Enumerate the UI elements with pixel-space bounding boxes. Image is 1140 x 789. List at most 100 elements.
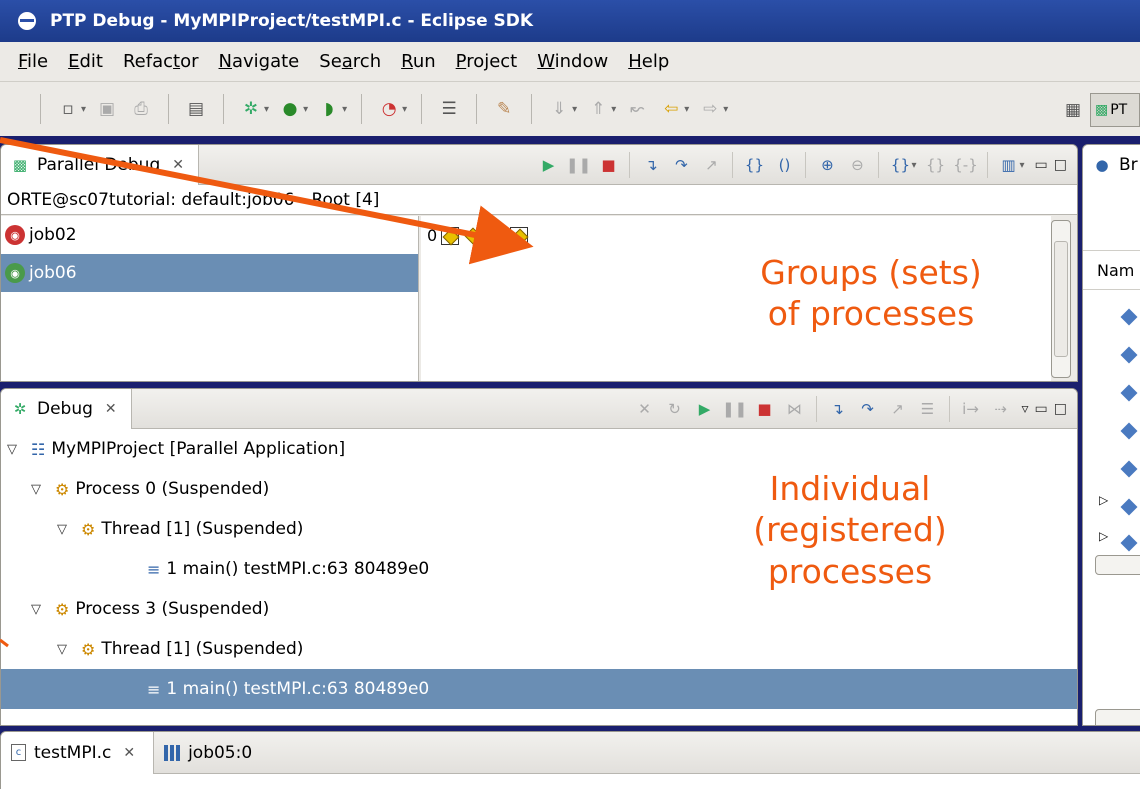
column-header-name[interactable]: Nam (1083, 250, 1140, 290)
step-return-icon[interactable]: ↗ (887, 398, 909, 420)
step-over-icon[interactable]: ↷ (857, 398, 879, 420)
expand-icon[interactable]: ▷ (1099, 493, 1108, 507)
menu-refactor[interactable]: Refactor (123, 51, 199, 72)
back-icon[interactable]: ⇦ (659, 97, 683, 121)
list-item-job06[interactable]: ◉ job06 (1, 254, 418, 292)
expand-icon[interactable]: ▽ (57, 522, 73, 537)
maximize-icon[interactable]: □ (1054, 401, 1067, 417)
step-into-icon[interactable]: ↴ (827, 398, 849, 420)
step-over-icon[interactable]: ↷ (670, 154, 692, 176)
menu-run[interactable]: Run (401, 51, 436, 72)
zoom-out-icon[interactable]: ⊖ (846, 154, 868, 176)
next-annotation-dropdown-icon[interactable]: ▾ (572, 104, 577, 115)
terminate-icon[interactable]: ■ (754, 398, 776, 420)
tree-item-process-3[interactable]: ▽ ⚙ Process 3 (Suspended) (1, 589, 1077, 629)
delete-set-icon[interactable]: {} (925, 154, 947, 176)
horizontal-scrollbar[interactable] (1095, 709, 1140, 725)
disconnect-icon[interactable]: ⋈ (784, 398, 806, 420)
process-0-icon[interactable] (441, 226, 460, 245)
breakpoint-icon[interactable] (1120, 534, 1138, 552)
view-menu-icon[interactable]: ▿ (1022, 401, 1029, 417)
register-icon[interactable]: {} (743, 154, 765, 176)
close-icon[interactable]: ✕ (172, 157, 184, 173)
process-1-icon[interactable] (464, 227, 482, 245)
previous-annotation-dropdown-icon[interactable]: ▾ (611, 104, 616, 115)
debug-dropdown-icon[interactable]: ▾ (264, 104, 269, 115)
close-icon[interactable]: ✕ (123, 745, 135, 761)
tab-job05[interactable]: job05:0 (154, 732, 270, 774)
perspective-ptp-button[interactable]: ▩ PT (1090, 93, 1140, 127)
zoom-in-icon[interactable]: ⊕ (816, 154, 838, 176)
expand-icon[interactable]: ▽ (31, 602, 47, 617)
create-set-dropdown-icon[interactable]: ▾ (911, 160, 916, 171)
breakpoint-icon[interactable] (1120, 422, 1138, 440)
maximize-icon[interactable]: □ (1054, 157, 1067, 173)
tab-breakpoints[interactable]: ● Br (1083, 145, 1140, 185)
breakpoint-icon[interactable] (1120, 384, 1138, 402)
step-return-icon[interactable]: ↗ (700, 154, 722, 176)
forward-dropdown-icon[interactable]: ▾ (723, 104, 728, 115)
remove-from-set-icon[interactable]: {-} (953, 154, 978, 176)
horizontal-scrollbar[interactable] (1095, 555, 1140, 575)
suspend-icon[interactable]: ❚❚ (566, 154, 591, 176)
forward-icon[interactable]: ⇨ (698, 97, 722, 121)
open-perspective-icon[interactable]: ▦ (1061, 98, 1085, 122)
previous-annotation-icon[interactable]: ⇑ (586, 97, 610, 121)
binary-file-icon[interactable]: ▤ (184, 97, 208, 121)
menu-navigate[interactable]: Navigate (219, 51, 300, 72)
change-set-icon[interactable]: ▥ (998, 154, 1020, 176)
tree-item-launch[interactable]: ▽ ☷ MyMPIProject [Parallel Application] (1, 429, 1077, 469)
instruction-stepping-icon[interactable]: i→ (960, 398, 982, 420)
terminate-icon[interactable]: ■ (597, 154, 619, 176)
breakpoint-icon[interactable] (1120, 460, 1138, 478)
external-tools-icon[interactable]: ◗ (317, 97, 341, 121)
menu-edit[interactable]: Edit (68, 51, 103, 72)
unregister-icon[interactable]: () (773, 154, 795, 176)
tree-item-stack-frame[interactable]: ≡ 1 main() testMPI.c:63 80489e0 (1, 669, 1077, 709)
expand-icon[interactable]: ▽ (7, 442, 23, 457)
menu-search[interactable]: Search (319, 51, 381, 72)
debug-icon[interactable]: ✲ (239, 97, 263, 121)
step-into-icon[interactable]: ↴ (640, 154, 662, 176)
external-tools-dropdown-icon[interactable]: ▾ (342, 104, 347, 115)
remove-terminated-icon[interactable]: ✕ (634, 398, 656, 420)
tree-item-thread-1[interactable]: ▽ ⚙ Thread [1] (Suspended) (1, 629, 1077, 669)
tab-debug[interactable]: ✲ Debug ✕ (1, 389, 132, 429)
create-set-icon[interactable]: {} (889, 154, 911, 176)
resume-icon[interactable]: ▶ (694, 398, 716, 420)
minimize-icon[interactable]: ▭ (1035, 401, 1048, 417)
menu-help[interactable]: Help (628, 51, 669, 72)
print-icon[interactable]: ⎙ (129, 97, 153, 121)
resume-launch-dropdown-icon[interactable]: ▾ (402, 104, 407, 115)
menu-project[interactable]: Project (456, 51, 518, 72)
task-list-icon[interactable]: ☰ (437, 97, 461, 121)
minimize-icon[interactable]: ▭ (1035, 157, 1048, 173)
resume-launch-icon[interactable]: ◔ (377, 97, 401, 121)
relaunch-icon[interactable]: ↻ (664, 398, 686, 420)
drop-to-frame-icon[interactable]: ☰ (917, 398, 939, 420)
close-icon[interactable]: ✕ (105, 401, 117, 417)
expand-icon[interactable]: ▷ (1099, 529, 1108, 543)
expand-icon[interactable]: ▽ (57, 642, 73, 657)
process-area-scrollbar[interactable] (1051, 220, 1071, 378)
tab-parallel-debug[interactable]: ▩ Parallel Debug ✕ (1, 145, 199, 185)
run-dropdown-icon[interactable]: ▾ (303, 104, 308, 115)
menu-window[interactable]: Window (537, 51, 608, 72)
menu-file[interactable]: File (18, 51, 48, 72)
suspend-icon[interactable]: ❚❚ (722, 398, 747, 420)
new-icon[interactable]: ▫ (56, 97, 80, 121)
tab-testmpi-c[interactable]: c testMPI.c ✕ (1, 732, 155, 774)
breakpoint-icon[interactable] (1120, 346, 1138, 364)
process-2-icon[interactable] (487, 227, 505, 245)
process-3-icon[interactable] (510, 226, 529, 245)
run-icon[interactable]: ● (278, 97, 302, 121)
back-dropdown-icon[interactable]: ▾ (684, 104, 689, 115)
save-icon[interactable]: ▣ (95, 97, 119, 121)
use-step-filters-icon[interactable]: ⇢ (990, 398, 1012, 420)
breakpoint-icon[interactable] (1120, 498, 1138, 516)
last-edit-icon[interactable]: ↜ (625, 97, 649, 121)
change-set-dropdown-icon[interactable]: ▾ (1020, 160, 1025, 171)
list-item-job02[interactable]: ◉ job02 (1, 216, 418, 254)
resume-icon[interactable]: ▶ (537, 154, 559, 176)
next-annotation-icon[interactable]: ⇓ (547, 97, 571, 121)
